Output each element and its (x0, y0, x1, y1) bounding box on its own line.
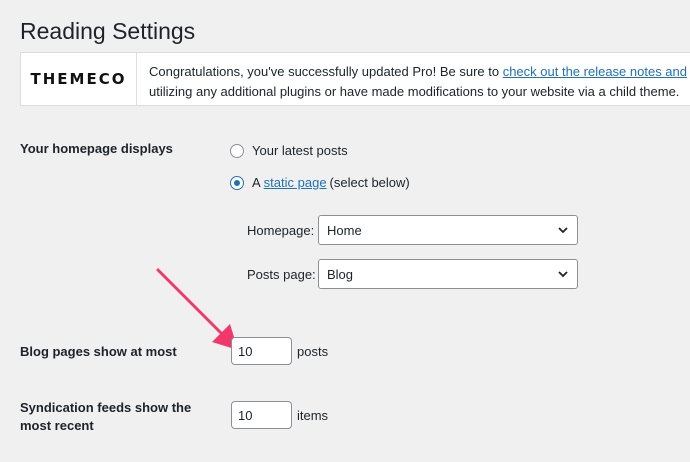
homepage-select-row: Homepage: Home (247, 215, 578, 245)
posts-select-row: Posts page: Blog (247, 259, 578, 289)
blog-pages-row: 10 posts (231, 337, 328, 365)
homepage-select[interactable]: Home (318, 215, 578, 245)
radio-latest-posts-label: Your latest posts (252, 143, 348, 158)
chevron-down-icon (558, 227, 568, 234)
page-title: Reading Settings (20, 18, 196, 44)
radio-latest-posts[interactable]: Your latest posts (230, 143, 348, 158)
syndication-unit: items (297, 407, 329, 423)
notice-text: Congratulations, you've successfully upd… (137, 53, 690, 105)
blog-pages-input[interactable]: 10 (231, 337, 292, 365)
syndication-label: Syndication feeds show the most recent (20, 399, 191, 435)
radio-static-prefix: A (252, 175, 261, 190)
static-page-link[interactable]: static page (264, 175, 327, 190)
notice-text-before: Congratulations, you've successfully upd… (149, 64, 503, 79)
posts-select-label: Posts page: (247, 266, 316, 282)
syndication-label-line2: most recent (20, 418, 94, 433)
syndication-row: 10 items (231, 401, 328, 429)
homepage-displays-label: Your homepage displays (20, 141, 173, 156)
syndication-input[interactable]: 10 (231, 401, 292, 429)
posts-page-select[interactable]: Blog (318, 259, 578, 289)
radio-static-page-control[interactable] (230, 175, 244, 190)
update-notice: THEMECO Congratulations, you've successf… (20, 52, 690, 106)
homepage-select-value: Home (327, 222, 362, 238)
homepage-select-label: Homepage: (247, 222, 315, 238)
radio-static-suffix: (select below) (329, 175, 410, 190)
chevron-down-icon (558, 271, 568, 278)
themeco-logo: THEMECO (21, 53, 138, 105)
notice-text-after: utilizing any additional plugins or have… (149, 84, 680, 99)
release-notes-link[interactable]: check out the release notes and (503, 64, 687, 79)
syndication-label-line1: Syndication feeds show the (20, 400, 192, 415)
blog-pages-label: Blog pages show at most (20, 344, 177, 359)
radio-static-page[interactable]: A static page (select below) (230, 175, 410, 190)
blog-pages-unit: posts (297, 343, 329, 359)
posts-select-value: Blog (327, 266, 354, 282)
radio-latest-posts-control[interactable] (230, 143, 244, 158)
